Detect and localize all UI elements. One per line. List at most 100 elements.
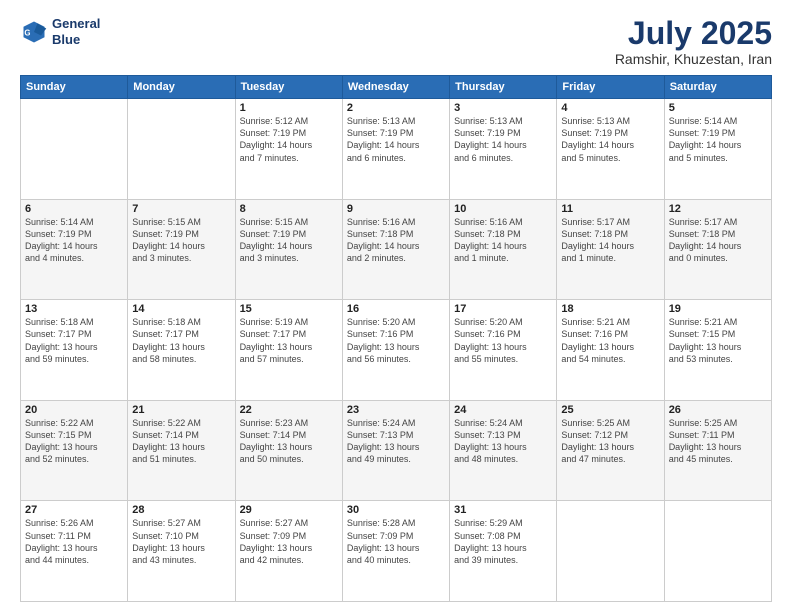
calendar-table: Sunday Monday Tuesday Wednesday Thursday… bbox=[20, 75, 772, 602]
day-info: Sunrise: 5:25 AM Sunset: 7:12 PM Dayligh… bbox=[561, 417, 659, 466]
day-number: 26 bbox=[669, 404, 767, 416]
table-row: 12Sunrise: 5:17 AM Sunset: 7:18 PM Dayli… bbox=[664, 199, 771, 300]
table-row: 27Sunrise: 5:26 AM Sunset: 7:11 PM Dayli… bbox=[21, 501, 128, 602]
day-number: 30 bbox=[347, 504, 445, 516]
day-info: Sunrise: 5:16 AM Sunset: 7:18 PM Dayligh… bbox=[454, 216, 552, 265]
day-number: 13 bbox=[25, 303, 123, 315]
day-number: 28 bbox=[132, 504, 230, 516]
calendar-week-row: 13Sunrise: 5:18 AM Sunset: 7:17 PM Dayli… bbox=[21, 300, 772, 401]
col-thursday: Thursday bbox=[450, 76, 557, 99]
day-number: 8 bbox=[240, 203, 338, 215]
table-row: 26Sunrise: 5:25 AM Sunset: 7:11 PM Dayli… bbox=[664, 400, 771, 501]
day-number: 16 bbox=[347, 303, 445, 315]
day-info: Sunrise: 5:20 AM Sunset: 7:16 PM Dayligh… bbox=[454, 316, 552, 365]
day-number: 31 bbox=[454, 504, 552, 516]
day-info: Sunrise: 5:28 AM Sunset: 7:09 PM Dayligh… bbox=[347, 517, 445, 566]
logo: G General Blue bbox=[20, 16, 100, 47]
day-info: Sunrise: 5:21 AM Sunset: 7:16 PM Dayligh… bbox=[561, 316, 659, 365]
logo-icon: G bbox=[20, 18, 48, 46]
table-row: 3Sunrise: 5:13 AM Sunset: 7:19 PM Daylig… bbox=[450, 99, 557, 200]
day-info: Sunrise: 5:15 AM Sunset: 7:19 PM Dayligh… bbox=[240, 216, 338, 265]
table-row bbox=[128, 99, 235, 200]
table-row: 10Sunrise: 5:16 AM Sunset: 7:18 PM Dayli… bbox=[450, 199, 557, 300]
table-row: 28Sunrise: 5:27 AM Sunset: 7:10 PM Dayli… bbox=[128, 501, 235, 602]
table-row: 2Sunrise: 5:13 AM Sunset: 7:19 PM Daylig… bbox=[342, 99, 449, 200]
table-row: 18Sunrise: 5:21 AM Sunset: 7:16 PM Dayli… bbox=[557, 300, 664, 401]
day-info: Sunrise: 5:22 AM Sunset: 7:15 PM Dayligh… bbox=[25, 417, 123, 466]
day-info: Sunrise: 5:18 AM Sunset: 7:17 PM Dayligh… bbox=[25, 316, 123, 365]
day-info: Sunrise: 5:12 AM Sunset: 7:19 PM Dayligh… bbox=[240, 115, 338, 164]
table-row: 5Sunrise: 5:14 AM Sunset: 7:19 PM Daylig… bbox=[664, 99, 771, 200]
day-info: Sunrise: 5:13 AM Sunset: 7:19 PM Dayligh… bbox=[454, 115, 552, 164]
table-row: 8Sunrise: 5:15 AM Sunset: 7:19 PM Daylig… bbox=[235, 199, 342, 300]
title-block: July 2025 Ramshir, Khuzestan, Iran bbox=[615, 16, 772, 67]
logo-text: General Blue bbox=[52, 16, 100, 47]
col-monday: Monday bbox=[128, 76, 235, 99]
table-row: 30Sunrise: 5:28 AM Sunset: 7:09 PM Dayli… bbox=[342, 501, 449, 602]
table-row: 13Sunrise: 5:18 AM Sunset: 7:17 PM Dayli… bbox=[21, 300, 128, 401]
day-info: Sunrise: 5:15 AM Sunset: 7:19 PM Dayligh… bbox=[132, 216, 230, 265]
col-saturday: Saturday bbox=[664, 76, 771, 99]
table-row bbox=[557, 501, 664, 602]
table-row: 25Sunrise: 5:25 AM Sunset: 7:12 PM Dayli… bbox=[557, 400, 664, 501]
table-row: 16Sunrise: 5:20 AM Sunset: 7:16 PM Dayli… bbox=[342, 300, 449, 401]
col-friday: Friday bbox=[557, 76, 664, 99]
calendar-week-row: 27Sunrise: 5:26 AM Sunset: 7:11 PM Dayli… bbox=[21, 501, 772, 602]
calendar-header-row: Sunday Monday Tuesday Wednesday Thursday… bbox=[21, 76, 772, 99]
day-info: Sunrise: 5:29 AM Sunset: 7:08 PM Dayligh… bbox=[454, 517, 552, 566]
day-info: Sunrise: 5:25 AM Sunset: 7:11 PM Dayligh… bbox=[669, 417, 767, 466]
day-number: 15 bbox=[240, 303, 338, 315]
day-info: Sunrise: 5:27 AM Sunset: 7:09 PM Dayligh… bbox=[240, 517, 338, 566]
day-number: 10 bbox=[454, 203, 552, 215]
day-number: 11 bbox=[561, 203, 659, 215]
day-number: 23 bbox=[347, 404, 445, 416]
day-number: 24 bbox=[454, 404, 552, 416]
col-sunday: Sunday bbox=[21, 76, 128, 99]
page: G General Blue July 2025 Ramshir, Khuzes… bbox=[0, 0, 792, 612]
table-row: 29Sunrise: 5:27 AM Sunset: 7:09 PM Dayli… bbox=[235, 501, 342, 602]
day-info: Sunrise: 5:13 AM Sunset: 7:19 PM Dayligh… bbox=[347, 115, 445, 164]
day-info: Sunrise: 5:18 AM Sunset: 7:17 PM Dayligh… bbox=[132, 316, 230, 365]
day-info: Sunrise: 5:24 AM Sunset: 7:13 PM Dayligh… bbox=[454, 417, 552, 466]
day-info: Sunrise: 5:21 AM Sunset: 7:15 PM Dayligh… bbox=[669, 316, 767, 365]
table-row: 7Sunrise: 5:15 AM Sunset: 7:19 PM Daylig… bbox=[128, 199, 235, 300]
table-row: 4Sunrise: 5:13 AM Sunset: 7:19 PM Daylig… bbox=[557, 99, 664, 200]
day-info: Sunrise: 5:13 AM Sunset: 7:19 PM Dayligh… bbox=[561, 115, 659, 164]
day-number: 29 bbox=[240, 504, 338, 516]
day-info: Sunrise: 5:14 AM Sunset: 7:19 PM Dayligh… bbox=[669, 115, 767, 164]
calendar-week-row: 6Sunrise: 5:14 AM Sunset: 7:19 PM Daylig… bbox=[21, 199, 772, 300]
day-number: 6 bbox=[25, 203, 123, 215]
day-info: Sunrise: 5:20 AM Sunset: 7:16 PM Dayligh… bbox=[347, 316, 445, 365]
table-row: 22Sunrise: 5:23 AM Sunset: 7:14 PM Dayli… bbox=[235, 400, 342, 501]
table-row: 17Sunrise: 5:20 AM Sunset: 7:16 PM Dayli… bbox=[450, 300, 557, 401]
month-title: July 2025 bbox=[615, 16, 772, 51]
table-row: 9Sunrise: 5:16 AM Sunset: 7:18 PM Daylig… bbox=[342, 199, 449, 300]
table-row: 14Sunrise: 5:18 AM Sunset: 7:17 PM Dayli… bbox=[128, 300, 235, 401]
day-number: 1 bbox=[240, 102, 338, 114]
calendar-week-row: 1Sunrise: 5:12 AM Sunset: 7:19 PM Daylig… bbox=[21, 99, 772, 200]
day-number: 4 bbox=[561, 102, 659, 114]
col-tuesday: Tuesday bbox=[235, 76, 342, 99]
day-number: 2 bbox=[347, 102, 445, 114]
day-number: 7 bbox=[132, 203, 230, 215]
col-wednesday: Wednesday bbox=[342, 76, 449, 99]
location: Ramshir, Khuzestan, Iran bbox=[615, 51, 772, 67]
day-info: Sunrise: 5:23 AM Sunset: 7:14 PM Dayligh… bbox=[240, 417, 338, 466]
table-row: 31Sunrise: 5:29 AM Sunset: 7:08 PM Dayli… bbox=[450, 501, 557, 602]
day-number: 3 bbox=[454, 102, 552, 114]
day-number: 12 bbox=[669, 203, 767, 215]
day-info: Sunrise: 5:19 AM Sunset: 7:17 PM Dayligh… bbox=[240, 316, 338, 365]
day-number: 18 bbox=[561, 303, 659, 315]
header: G General Blue July 2025 Ramshir, Khuzes… bbox=[20, 16, 772, 67]
day-number: 20 bbox=[25, 404, 123, 416]
table-row: 11Sunrise: 5:17 AM Sunset: 7:18 PM Dayli… bbox=[557, 199, 664, 300]
table-row: 19Sunrise: 5:21 AM Sunset: 7:15 PM Dayli… bbox=[664, 300, 771, 401]
day-info: Sunrise: 5:26 AM Sunset: 7:11 PM Dayligh… bbox=[25, 517, 123, 566]
day-info: Sunrise: 5:17 AM Sunset: 7:18 PM Dayligh… bbox=[561, 216, 659, 265]
table-row: 20Sunrise: 5:22 AM Sunset: 7:15 PM Dayli… bbox=[21, 400, 128, 501]
day-number: 27 bbox=[25, 504, 123, 516]
day-number: 22 bbox=[240, 404, 338, 416]
table-row: 15Sunrise: 5:19 AM Sunset: 7:17 PM Dayli… bbox=[235, 300, 342, 401]
svg-text:G: G bbox=[24, 28, 30, 37]
calendar-week-row: 20Sunrise: 5:22 AM Sunset: 7:15 PM Dayli… bbox=[21, 400, 772, 501]
